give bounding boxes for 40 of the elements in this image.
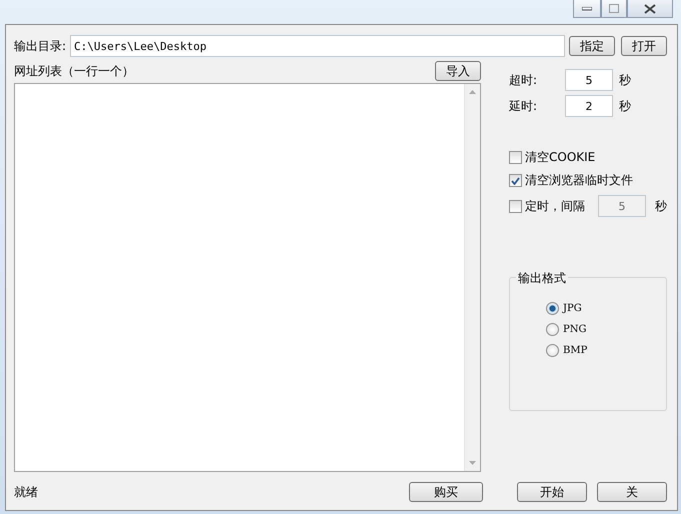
checkbox-label: 清空浏览器临时文件: [525, 172, 633, 189]
checkbox-label: 清空COOKIE: [525, 149, 596, 166]
action-button[interactable]: 购买: [409, 482, 483, 502]
close-button[interactable]: [627, 0, 673, 18]
seconds-label: 秒: [619, 72, 631, 88]
timing-field[interactable]: 2: [565, 95, 613, 117]
minimize-button[interactable]: [573, 0, 601, 18]
scrollbar[interactable]: [464, 84, 480, 471]
radio-button[interactable]: [546, 302, 559, 315]
timing-field[interactable]: 5: [565, 69, 613, 91]
action-button[interactable]: 开始: [517, 482, 587, 502]
action-button[interactable]: 关: [597, 482, 667, 502]
checkbox[interactable]: [509, 174, 522, 187]
checkbox-label: 定时，间隔: [525, 198, 585, 214]
timing-label: 超时:: [509, 72, 538, 88]
radio-button[interactable]: [546, 344, 559, 357]
minimize-icon: [582, 6, 592, 10]
import-button[interactable]: 导入: [435, 61, 481, 81]
interval-field[interactable]: 5: [598, 195, 646, 217]
radio-button[interactable]: [546, 323, 559, 336]
output-dir-field[interactable]: C:\Users\Lee\Desktop: [70, 35, 565, 57]
output-dir-button[interactable]: 打开: [621, 36, 667, 56]
url-list-field[interactable]: [14, 83, 481, 472]
seconds-label: 秒: [619, 98, 631, 114]
scroll-up-icon: [469, 90, 476, 94]
maximize-icon: [609, 4, 619, 13]
scroll-down-icon: [469, 461, 476, 465]
radio-label: JPG: [563, 303, 582, 314]
format-group-title: 输出格式: [516, 270, 568, 287]
seconds-label: 秒: [655, 198, 667, 214]
close-icon: [644, 4, 656, 14]
checkbox[interactable]: [509, 200, 522, 212]
url-list-label: 网址列表（一行一个）: [14, 62, 134, 80]
status-text: 就绪: [14, 484, 39, 500]
timing-label: 延时:: [509, 98, 538, 114]
radio-label: PNG: [563, 324, 586, 335]
radio-label: BMP: [563, 345, 588, 356]
checkbox[interactable]: [509, 151, 522, 164]
output-dir-button[interactable]: 指定: [569, 36, 615, 56]
output-dir-label: 输出目录:: [14, 38, 66, 54]
